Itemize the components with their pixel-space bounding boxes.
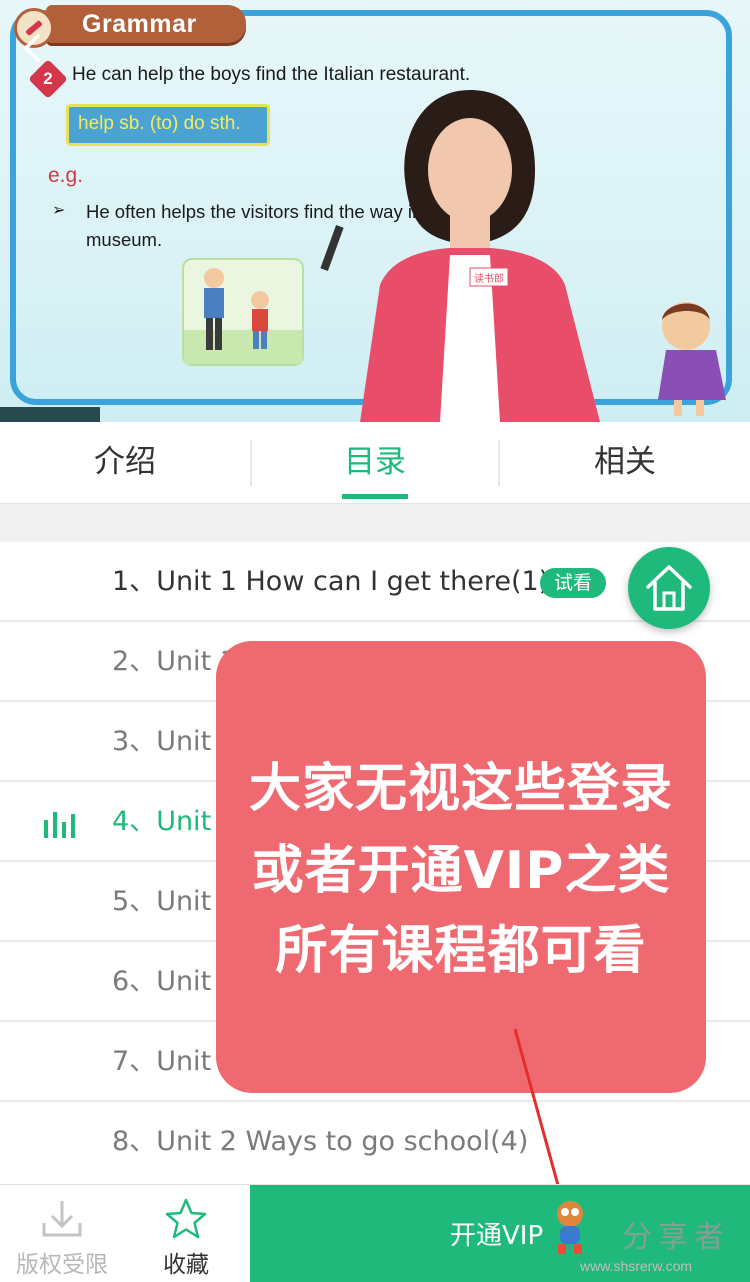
star-icon bbox=[165, 1198, 207, 1239]
lesson-title: 8、Unit 2 Ways to go school(4) bbox=[112, 1126, 529, 1157]
download-button[interactable]: 版权受限 bbox=[0, 1185, 124, 1282]
teacher-figure: 读书郎 bbox=[320, 90, 600, 422]
vip-label: 开通VIP bbox=[450, 1221, 544, 1251]
trial-badge: 试看 bbox=[540, 568, 606, 598]
download-label: 版权受限 bbox=[16, 1252, 108, 1278]
overlay-line-2: 或者开通VIP之类 bbox=[251, 841, 671, 901]
playing-bars-icon bbox=[44, 812, 75, 838]
boys-illustration bbox=[182, 258, 304, 366]
lesson-title: 5、Unit bbox=[112, 886, 212, 917]
active-tab-indicator bbox=[342, 494, 408, 499]
lesson-title: 4、Unit bbox=[112, 806, 212, 837]
chevron-left-icon bbox=[24, 34, 40, 62]
watermark-url: www.shsrerw.com bbox=[580, 1258, 693, 1274]
home-icon bbox=[646, 565, 692, 611]
tab-intro[interactable]: 介绍 bbox=[0, 422, 250, 504]
lesson-item[interactable]: 8、Unit 2 Ways to go school(4) bbox=[0, 1102, 750, 1182]
slide-title: Grammar bbox=[82, 10, 197, 38]
section-gap bbox=[0, 504, 750, 542]
svg-text:读书郎: 读书郎 bbox=[474, 272, 504, 285]
favorite-button[interactable]: 收藏 bbox=[124, 1185, 248, 1282]
watermark-text: 分享者 bbox=[622, 1220, 730, 1255]
lesson-title: 3、Unit bbox=[112, 726, 212, 757]
mascot-icon bbox=[557, 1201, 583, 1254]
grammar-pattern: help sb. (to) do sth. bbox=[78, 113, 241, 134]
home-button[interactable] bbox=[628, 547, 710, 629]
tab-bar: 介绍 目录 相关 bbox=[0, 422, 750, 504]
lecture-slide: Grammar 2 He can help the boys find the … bbox=[0, 0, 750, 422]
overlay-line-1: 大家无视这些登录 bbox=[248, 759, 673, 819]
favorite-label: 收藏 bbox=[163, 1252, 209, 1278]
point-number: 2 bbox=[43, 69, 53, 88]
tab-catalog[interactable]: 目录 bbox=[250, 422, 500, 504]
eg-label: e.g. bbox=[48, 164, 84, 187]
download-icon bbox=[42, 1201, 82, 1237]
bullet-arrow-icon: ➢ bbox=[52, 200, 66, 219]
player-toolbar[interactable] bbox=[0, 407, 100, 422]
lesson-title: 6、Unit bbox=[112, 966, 212, 997]
annotation-overlay: 大家无视这些登录 或者开通VIP之类 所有课程都可看 bbox=[216, 641, 706, 1093]
lesson-title: 1、Unit 1 How can I get there(1) bbox=[112, 566, 550, 597]
back-button[interactable] bbox=[14, 30, 50, 66]
tab-related[interactable]: 相关 bbox=[500, 422, 750, 504]
cartoon-girl bbox=[658, 302, 726, 416]
video-player[interactable]: Grammar 2 He can help the boys find the … bbox=[0, 0, 750, 422]
overlay-line-3: 所有课程都可看 bbox=[275, 921, 647, 981]
